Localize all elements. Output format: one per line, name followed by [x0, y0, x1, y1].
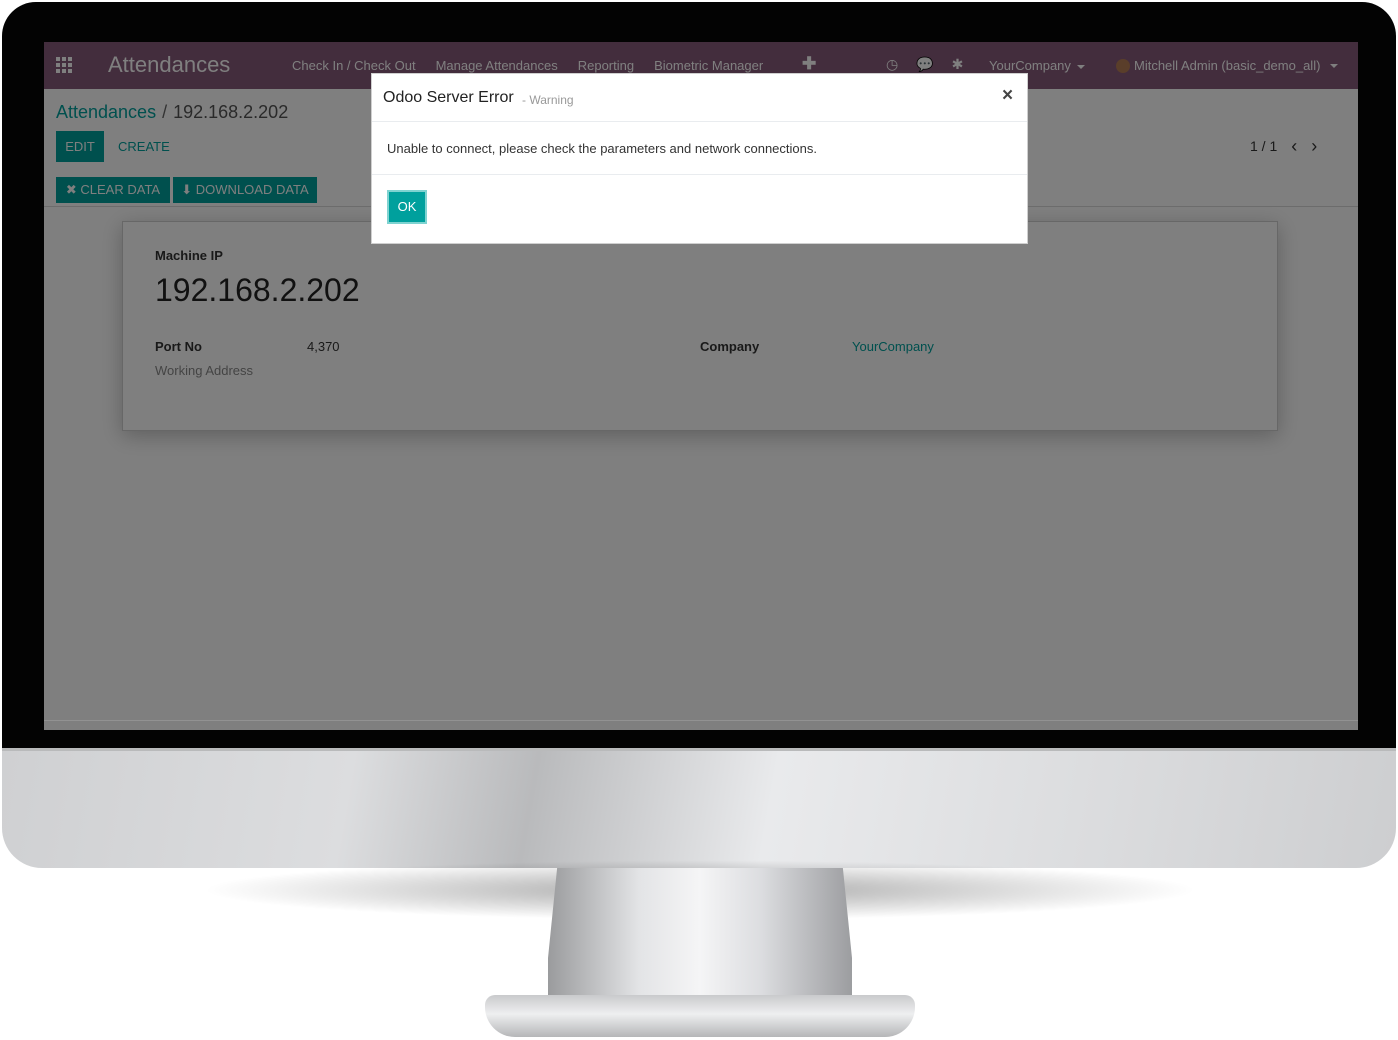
error-dialog: Odoo Server Error - Warning × Unable to … — [371, 73, 1028, 244]
dialog-subtitle: - Warning — [522, 93, 574, 107]
dialog-title: Odoo Server Error — [383, 89, 514, 106]
dialog-message: Unable to connect, please check the para… — [387, 141, 817, 156]
divider — [44, 720, 1358, 721]
dialog-header: Odoo Server Error - Warning × — [372, 74, 1027, 122]
dialog-footer-divider — [372, 174, 1027, 175]
ok-button[interactable]: OK — [387, 190, 427, 224]
monitor-frame: Attendances Check In / Check Out Manage … — [0, 0, 1398, 1040]
monitor-stand-base — [485, 995, 915, 1037]
close-icon[interactable]: × — [1002, 85, 1013, 107]
monitor-chin — [2, 748, 1396, 868]
screen: Attendances Check In / Check Out Manage … — [44, 42, 1358, 730]
